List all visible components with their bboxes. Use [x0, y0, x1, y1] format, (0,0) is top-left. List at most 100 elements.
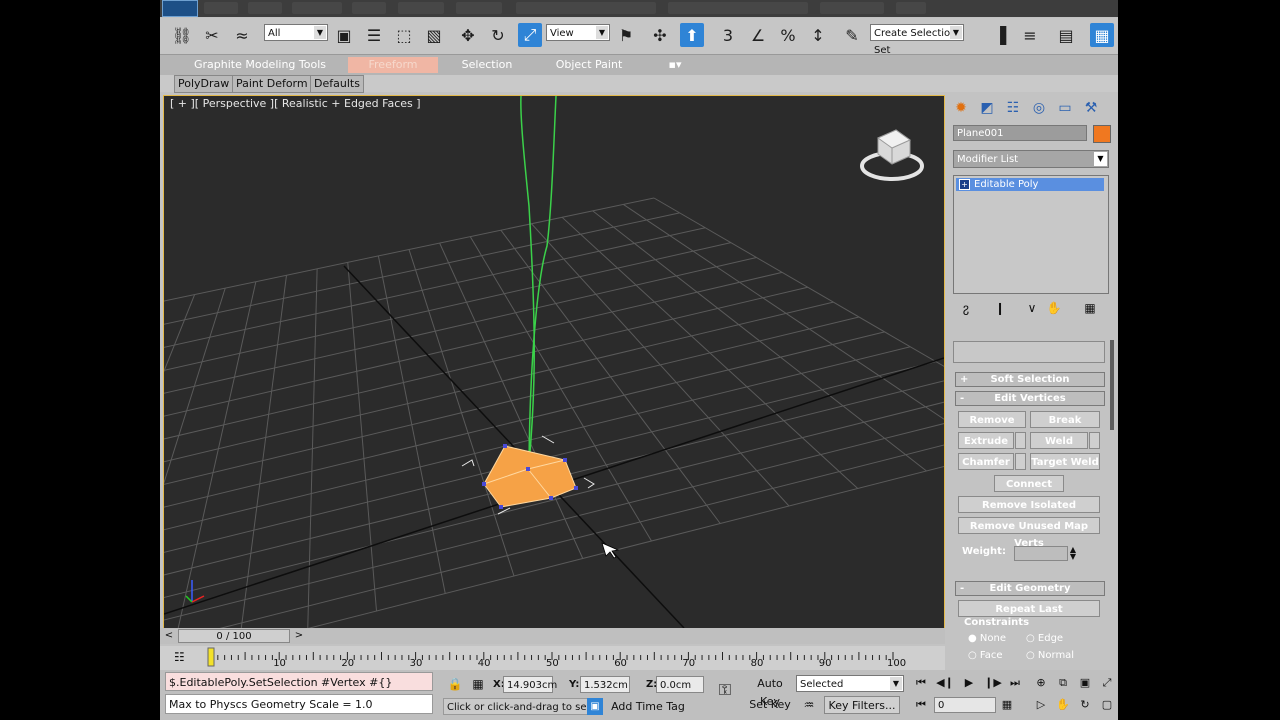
- link-icon[interactable]: ⛓: [170, 23, 194, 47]
- zoom-extents-all-icon[interactable]: ⤢: [1098, 675, 1116, 691]
- menu-item[interactable]: [204, 2, 238, 14]
- menu-item[interactable]: [398, 2, 444, 14]
- selection-rollout-collapsed[interactable]: [953, 341, 1105, 363]
- menu-item[interactable]: [516, 2, 656, 14]
- next-frame-icon[interactable]: ❙▶: [984, 675, 1002, 691]
- defaults-button[interactable]: Defaults: [310, 75, 364, 93]
- menu-item[interactable]: [292, 2, 342, 14]
- window-crossing-icon[interactable]: ▧: [422, 23, 446, 47]
- object-color-swatch[interactable]: [1093, 125, 1111, 143]
- move-icon[interactable]: ✥: [456, 23, 480, 47]
- selection-filter-dropdown[interactable]: All ▼: [264, 24, 328, 41]
- tab-freeform[interactable]: Freeform: [348, 57, 438, 73]
- key-mode-toggle-icon[interactable]: ⏮: [912, 697, 930, 713]
- tab-graphite-modeling-tools[interactable]: Graphite Modeling Tools: [182, 57, 338, 73]
- break-button[interactable]: Break: [1030, 411, 1100, 428]
- application-logo-icon[interactable]: [162, 0, 198, 17]
- utilities-tab-icon[interactable]: ⚒: [1080, 97, 1102, 119]
- edit-vertices-rollout[interactable]: - Edit Vertices: [955, 391, 1105, 406]
- zoom-icon[interactable]: ⊕: [1032, 675, 1050, 691]
- rotate-icon[interactable]: ↻: [486, 23, 510, 47]
- pivot-center-icon[interactable]: ⚑: [614, 23, 638, 47]
- unlink-icon[interactable]: ✂: [200, 23, 224, 47]
- key-mode-icon[interactable]: ⚿: [712, 682, 738, 698]
- extrude-settings-button[interactable]: [1015, 432, 1026, 449]
- zoom-extents-icon[interactable]: ▣: [1076, 675, 1094, 691]
- make-unique-icon[interactable]: ∨: [1022, 299, 1042, 317]
- perspective-viewport[interactable]: [ + ][ Perspective ][ Realistic + Edged …: [163, 95, 945, 629]
- hierarchy-tab-icon[interactable]: ☷: [1002, 97, 1024, 119]
- previous-frame-icon[interactable]: ◀❙: [936, 675, 954, 691]
- menu-item[interactable]: [352, 2, 386, 14]
- select-manipulate-icon[interactable]: ✣: [648, 23, 672, 47]
- zoom-all-icon[interactable]: ⧉: [1054, 675, 1072, 691]
- soft-selection-rollout[interactable]: + Soft Selection: [955, 372, 1105, 387]
- rectangle-selection-icon[interactable]: ⬚: [392, 23, 416, 47]
- chamfer-button[interactable]: Chamfer: [958, 453, 1014, 470]
- field-of-view-icon[interactable]: ▷: [1032, 697, 1050, 713]
- weld-button[interactable]: Weld: [1030, 432, 1088, 449]
- menu-item[interactable]: [248, 2, 282, 14]
- chamfer-settings-button[interactable]: [1015, 453, 1026, 470]
- object-name-field[interactable]: Plane001: [953, 125, 1087, 141]
- menu-item[interactable]: [456, 2, 502, 14]
- select-by-name-icon[interactable]: ☰: [362, 23, 386, 47]
- y-coordinate-field[interactable]: 1.532cm: [580, 676, 630, 693]
- auto-key-button[interactable]: Auto Key: [746, 675, 794, 708]
- time-configuration-icon[interactable]: ▦: [998, 697, 1016, 713]
- weight-spinner-arrows-icon[interactable]: ▲ ▼: [1068, 546, 1078, 561]
- repeat-last-button[interactable]: Repeat Last: [958, 600, 1100, 617]
- track-bar[interactable]: ☷ 10 20 30 40 50 60 70 80 90 100: [160, 646, 945, 670]
- extrude-button[interactable]: Extrude: [958, 432, 1014, 449]
- viewport-scene[interactable]: [164, 96, 944, 628]
- current-frame-field[interactable]: 0: [934, 697, 996, 713]
- tab-selection[interactable]: Selection: [452, 57, 522, 73]
- pin-stack-icon[interactable]: ⴧ: [956, 299, 976, 317]
- target-weld-button[interactable]: Target Weld: [1030, 453, 1100, 470]
- paint-deform-button[interactable]: Paint Deform: [232, 75, 312, 93]
- weight-spinner-field[interactable]: [1014, 546, 1068, 561]
- time-slider-prev-icon[interactable]: <: [162, 629, 176, 643]
- stack-item-editable-poly[interactable]: + Editable Poly: [956, 178, 1104, 191]
- selection-lock-toggle-icon[interactable]: ▣: [587, 698, 603, 715]
- mirror-icon[interactable]: ▐: [988, 23, 1012, 47]
- create-tab-icon[interactable]: ✹: [950, 97, 972, 119]
- constraint-none-radio[interactable]: ● None: [968, 633, 1006, 644]
- edit-geometry-rollout[interactable]: - Edit Geometry: [955, 581, 1105, 596]
- set-keys-icon[interactable]: ♒: [798, 696, 820, 714]
- edit-named-selection-icon[interactable]: ✎: [840, 23, 864, 47]
- set-key-button[interactable]: Set Key: [746, 696, 794, 714]
- scale-icon[interactable]: ⤢: [518, 23, 542, 47]
- configure-modifier-sets-icon[interactable]: ▦: [1080, 299, 1100, 317]
- key-mode-dropdown[interactable]: Selected ▼: [796, 675, 904, 692]
- modify-tab-icon[interactable]: ◩: [976, 97, 998, 119]
- remove-unused-map-verts-button[interactable]: Remove Unused Map Verts: [958, 517, 1100, 549]
- ribbon-options-icon[interactable]: ▪▾: [664, 57, 686, 73]
- orbit-icon[interactable]: ↻: [1076, 697, 1094, 713]
- remove-modifier-icon[interactable]: ✋: [1044, 299, 1064, 317]
- x-coordinate-field[interactable]: 14.903cm: [503, 676, 557, 693]
- show-end-result-icon[interactable]: ❙: [990, 299, 1010, 317]
- menu-item[interactable]: [896, 2, 926, 14]
- key-filters-button[interactable]: Key Filters...: [824, 696, 900, 714]
- polydraw-button[interactable]: PolyDraw: [174, 75, 234, 93]
- time-slider-next-icon[interactable]: >: [292, 629, 306, 643]
- absolute-mode-icon[interactable]: ▦: [470, 676, 486, 692]
- play-icon[interactable]: ▶: [960, 675, 978, 691]
- remove-isolated-vertices-button[interactable]: Remove Isolated Vertices: [958, 496, 1100, 528]
- remove-button[interactable]: Remove: [958, 411, 1026, 428]
- weld-settings-button[interactable]: [1089, 432, 1100, 449]
- connect-button[interactable]: Connect: [994, 475, 1064, 492]
- tab-object-paint[interactable]: Object Paint: [546, 57, 632, 73]
- keyboard-shortcut-override-icon[interactable]: ⬆: [680, 23, 704, 47]
- expand-icon[interactable]: +: [959, 179, 970, 190]
- layer-manager-icon[interactable]: ▤: [1054, 23, 1078, 47]
- constraint-normal-radio[interactable]: ○ Normal: [1026, 650, 1074, 661]
- pan-icon[interactable]: ✋: [1054, 697, 1072, 713]
- go-to-end-icon[interactable]: ⏭: [1006, 675, 1024, 691]
- menu-item[interactable]: [668, 2, 808, 14]
- named-selection-dropdown[interactable]: Create Selection Set ▼: [870, 24, 964, 56]
- reference-coordinate-dropdown[interactable]: View ▼: [546, 24, 610, 41]
- constraint-face-radio[interactable]: ○ Face: [968, 650, 1003, 661]
- z-coordinate-field[interactable]: 0.0cm: [656, 676, 704, 693]
